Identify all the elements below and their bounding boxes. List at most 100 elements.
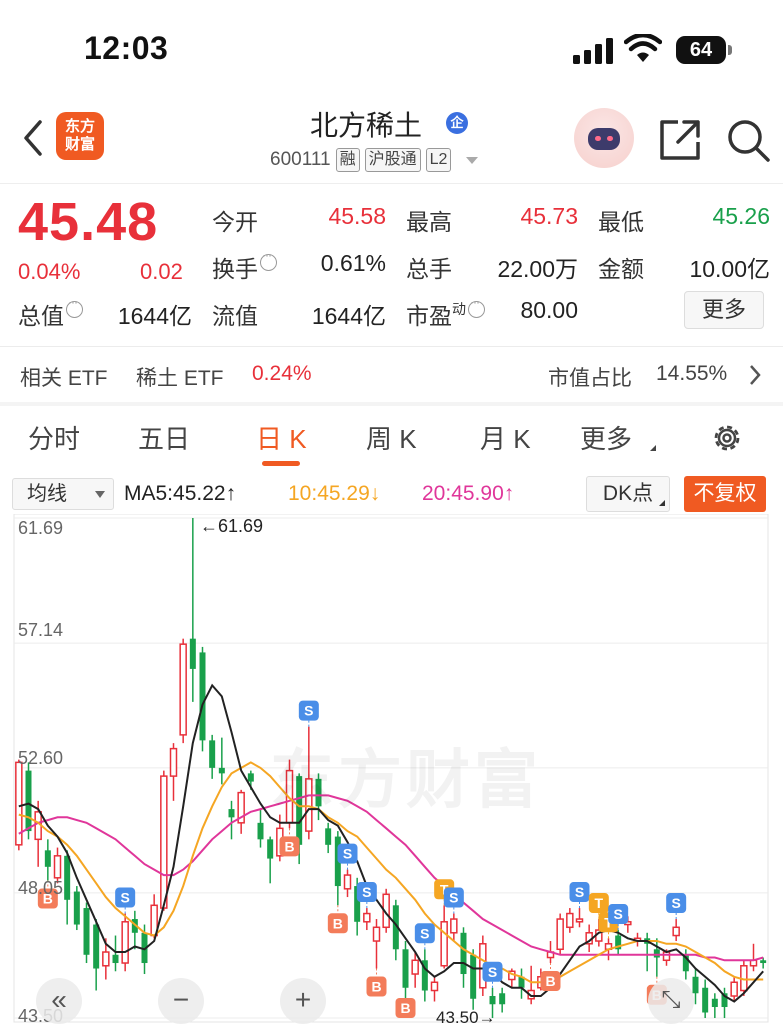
fullscreen-button[interactable]: ⤡ — [648, 978, 694, 1024]
ma10-value: 10:45.29↓ — [288, 482, 381, 505]
candle-body-down — [460, 932, 467, 975]
expand-triangle-icon — [466, 156, 479, 164]
rare-earth-etf-label[interactable]: 稀土 ETF — [136, 362, 224, 392]
candle-body-up — [662, 951, 671, 962]
ma-indicator-row: 均线 MA5:45.22↑ 10:45.29↓ 20:45.90↑ DK点 不复… — [0, 474, 783, 514]
signal-marker-text: S — [671, 895, 680, 911]
tab-weekly-k[interactable]: 周 K — [366, 419, 417, 456]
gear-icon[interactable] — [710, 421, 744, 455]
candle-body-down — [189, 638, 196, 669]
signal-marker-text: S — [304, 703, 313, 719]
signal-marker-text: B — [400, 1000, 410, 1016]
chart-tabs: 分时 五日 日 K 周 K 月 K 更多 — [0, 405, 783, 471]
y-tick-label: 61.69 — [18, 518, 64, 538]
search-icon[interactable] — [726, 118, 772, 164]
low-label: 最低 — [598, 209, 644, 235]
assistant-avatar[interactable] — [574, 108, 634, 168]
battery-tip — [728, 45, 732, 55]
candle-body-up — [53, 855, 62, 879]
more-quote-button[interactable]: 更多 — [684, 291, 764, 329]
watermark: 东方财富 — [270, 744, 542, 816]
float-label: 流值 — [212, 303, 258, 329]
high-label: 最高 — [406, 209, 452, 235]
enterprise-badge-icon[interactable]: 企 — [446, 112, 468, 134]
status-time: 12:03 — [84, 30, 169, 66]
adjust-button[interactable]: 不复权 — [684, 476, 766, 512]
low-value: 45.26 — [712, 203, 770, 229]
signal-marker-text: S — [362, 884, 371, 900]
zoom-in-button[interactable]: + — [280, 978, 326, 1024]
candle-body-down — [73, 891, 80, 925]
y-tick-label: 57.14 — [18, 620, 64, 640]
rare-earth-etf-change: 0.24% — [252, 362, 312, 385]
candle-body-down — [760, 960, 767, 964]
scroll-left-button[interactable]: « — [36, 978, 82, 1024]
mktcap-label-text: 总值 — [18, 303, 64, 329]
tab-intraday[interactable]: 分时 — [28, 419, 80, 456]
candle-body-down — [711, 998, 718, 1008]
candle-body-down — [112, 954, 119, 964]
signal-marker-text: S — [120, 890, 129, 906]
turnover-value: 0.61% — [320, 250, 386, 276]
app-logo[interactable]: 东方 财富 — [56, 112, 104, 160]
chevron-right-icon[interactable] — [748, 364, 762, 386]
stock-code-row[interactable]: 600111 融 沪股通 L2 — [270, 148, 479, 172]
active-tab-indicator — [262, 461, 300, 466]
mktcap-share-value: 14.55% — [656, 362, 728, 385]
kline-chart[interactable]: BSBSBSSBBSTSSBSTTSBS 东方财富 61.69 57.14 52… — [0, 514, 783, 1024]
candle-body-down — [499, 993, 506, 1005]
change-percent: 0.04% — [18, 259, 81, 284]
signal-marker-text: S — [613, 906, 622, 922]
candle-body-down — [44, 850, 51, 867]
high-value: 45.73 — [520, 203, 578, 229]
candle-body-down — [257, 822, 264, 840]
open-label: 今开 — [212, 209, 258, 235]
corner-triangle-icon — [659, 500, 665, 506]
pe-label-text: 市盈 — [406, 303, 452, 329]
candle-body-down — [93, 924, 100, 969]
candle-body-up — [169, 747, 178, 777]
candle-body-down — [209, 740, 216, 768]
amount-label: 金额 — [598, 256, 644, 282]
y-tick-label: 48.05 — [18, 878, 64, 898]
max-price-value: 61.69 — [218, 516, 264, 536]
dk-point-button[interactable]: DK点 — [586, 476, 670, 512]
logo-line-2: 财富 — [64, 136, 95, 153]
share-icon[interactable] — [658, 118, 702, 162]
signal-marker-text: T — [595, 895, 604, 911]
caret-down-icon — [95, 491, 105, 498]
back-arrow-icon[interactable] — [18, 118, 48, 158]
candle-body-up — [363, 912, 371, 923]
mktcap-share-label: 市值占比 — [548, 367, 632, 390]
robot-face-icon — [588, 128, 620, 150]
status-bar: 12:03 64 — [0, 0, 783, 100]
more-triangle-icon — [650, 445, 656, 451]
tab-daily-k[interactable]: 日 K — [256, 419, 307, 456]
candle-body-down — [218, 767, 225, 774]
tab-monthly-k[interactable]: 月 K — [480, 419, 531, 456]
candle-body-up — [556, 918, 564, 951]
quote-panel: 45.48 0.04% 0.02 今开 45.58 最高 45.73 最低 45… — [0, 185, 783, 345]
signal-marker-text: S — [343, 846, 352, 862]
signal-marker-text: B — [371, 979, 381, 995]
etf-row[interactable]: 相关 ETF 稀土 ETF 0.24% 市值占比 14.55% — [0, 350, 783, 400]
pe-label[interactable]: 市盈动 — [406, 295, 485, 331]
zoom-out-button[interactable]: − — [158, 978, 204, 1024]
battery-icon: 64 — [676, 36, 726, 64]
signal-marker-text: S — [575, 884, 584, 900]
related-etf-label[interactable]: 相关 ETF — [20, 362, 108, 392]
tab-more[interactable]: 更多 — [580, 419, 632, 456]
mktcap-label[interactable]: 总值 — [18, 295, 83, 331]
info-icon — [468, 295, 485, 318]
signal-marker-text: B — [333, 915, 343, 931]
candle-body-up — [672, 926, 680, 937]
float-value: 1644亿 — [311, 303, 386, 329]
turnover-label[interactable]: 换手 — [212, 248, 277, 284]
tab-five-day[interactable]: 五日 — [138, 419, 190, 456]
cellular-signal-icon — [573, 38, 613, 64]
candle-body-up — [575, 918, 584, 923]
candle-body-up — [411, 959, 419, 975]
candle-body-up — [450, 918, 458, 934]
indicator-select[interactable]: 均线 — [12, 478, 114, 510]
candle-body-up — [372, 926, 381, 942]
